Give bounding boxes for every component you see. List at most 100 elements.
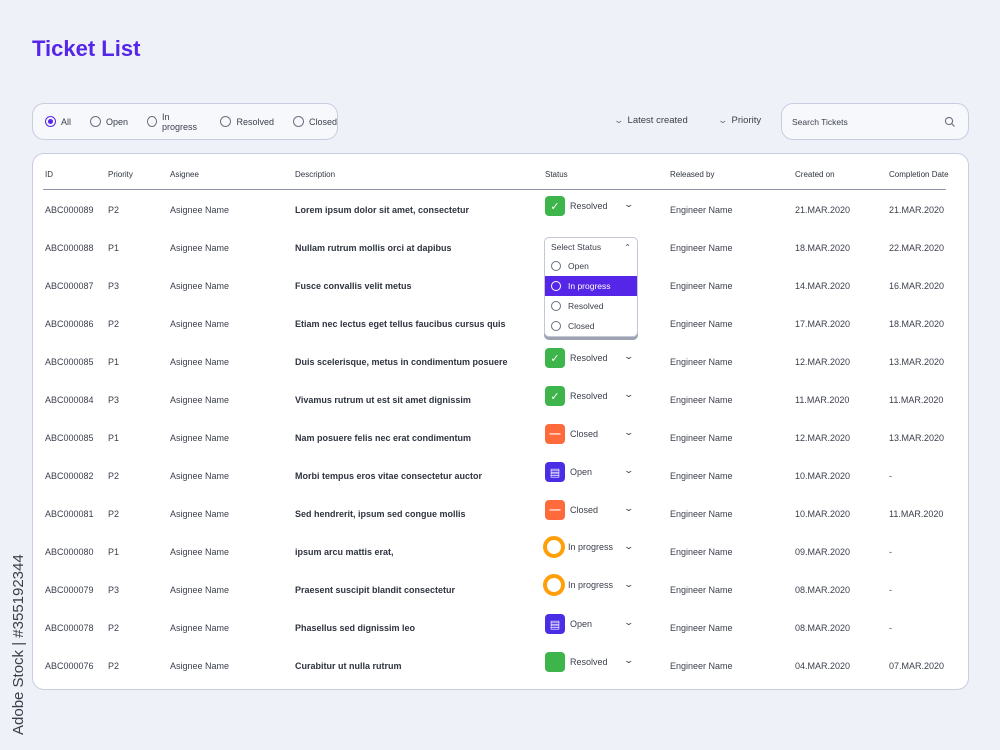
status-in-progress-icon xyxy=(543,536,565,558)
radio-resolved[interactable] xyxy=(220,116,232,127)
radio-closed[interactable] xyxy=(292,116,304,127)
cell-released-by: Engineer Name xyxy=(670,395,733,405)
radio-all[interactable] xyxy=(45,116,56,127)
chevron-down-icon[interactable]: ⌄ xyxy=(623,655,634,666)
chevron-down-icon[interactable]: ⌄ xyxy=(623,579,634,590)
cell-id: ABC000082 xyxy=(45,471,94,481)
status-resolved-icon: ✓ xyxy=(545,348,565,368)
table-row[interactable]: ABC000079 P3 Asignee Name Praesent suscipit… xyxy=(33,572,968,610)
cell-released-by: Engineer Name xyxy=(670,547,733,557)
status-select[interactable]: ▤ Open ⌄ xyxy=(545,462,634,482)
status-dropdown-header[interactable]: Select Status ⌃ xyxy=(545,238,637,256)
chevron-down-icon[interactable]: ⌄ xyxy=(623,199,634,210)
table-row[interactable]: ABC000085 P1 Asignee Name Nam posuere felis… xyxy=(33,420,968,458)
chevron-down-icon[interactable]: ⌄ xyxy=(623,465,634,476)
column-header-description[interactable]: Description xyxy=(295,170,335,179)
filter-option-open[interactable]: Open xyxy=(90,116,128,127)
chevron-down-icon[interactable]: ⌄ xyxy=(623,617,634,628)
chevron-down-icon[interactable]: ⌄ xyxy=(623,503,634,514)
status-select[interactable]: — Closed ⌄ xyxy=(545,424,634,444)
chevron-down-icon[interactable]: ⌄ xyxy=(623,389,634,400)
column-header-id[interactable]: ID xyxy=(45,170,53,179)
table-row[interactable]: ABC000088 P1 Asignee Name Nullam rutrum mol… xyxy=(33,230,968,268)
cell-completion-date: 18.MAR.2020 xyxy=(889,319,945,329)
cell-created-on: 14.MAR.2020 xyxy=(795,281,851,291)
status-option-label: Resolved xyxy=(568,301,604,311)
cell-id: ABC000087 xyxy=(45,281,94,291)
status-resolved-icon xyxy=(545,652,565,672)
status-label: In progress xyxy=(568,542,614,552)
radio-in-progress[interactable] xyxy=(551,281,561,291)
status-option-closed[interactable]: Closed xyxy=(545,316,637,336)
table-row[interactable]: ABC000084 P3 Asignee Name Vivamus rutrum ut… xyxy=(33,382,968,420)
cell-assignee: Asignee Name xyxy=(170,395,230,405)
status-label: Closed xyxy=(570,505,599,515)
cell-assignee: Asignee Name xyxy=(170,585,230,595)
status-select[interactable]: ✓ Resolved ⌄ xyxy=(545,196,634,216)
cell-created-on: 17.MAR.2020 xyxy=(795,319,851,329)
table-row[interactable]: ABC000086 P2 Asignee Name Etiam nec lectus … xyxy=(33,306,968,344)
table-row[interactable]: ABC000078 P2 Asignee Name Phasellus sed dig… xyxy=(33,610,968,648)
status-dropdown[interactable]: Select Status ⌃ Open In progress Resolved C… xyxy=(544,237,638,337)
cell-description: Nam posuere felis nec erat condimentum xyxy=(295,433,472,443)
table-row[interactable]: ABC000082 P2 Asignee Name Morbi tempus eros… xyxy=(33,458,968,496)
table-row[interactable]: ABC000089 P2 Asignee Name Lorem ipsum dolor… xyxy=(33,192,968,230)
cell-completion-date: 11.MAR.2020 xyxy=(889,509,944,519)
column-header-priority[interactable]: Priority xyxy=(108,170,133,179)
cell-created-on: 04.MAR.2020 xyxy=(795,661,851,671)
cell-description: Curabitur ut nulla rutrum xyxy=(295,661,402,671)
chevron-down-icon[interactable]: ⌄ xyxy=(623,541,634,552)
cell-id: ABC000085 xyxy=(45,357,94,367)
status-filter-group: All Open In progress Resolved Closed xyxy=(32,103,338,140)
cell-id: ABC000078 xyxy=(45,623,94,633)
status-select[interactable]: — Closed ⌄ xyxy=(545,500,634,520)
chevron-down-icon[interactable]: ⌄ xyxy=(623,351,634,362)
radio-in-progress[interactable] xyxy=(147,116,157,127)
status-label: Resolved xyxy=(570,353,608,363)
status-option-open[interactable]: Open xyxy=(545,256,637,276)
cell-completion-date: 07.MAR.2020 xyxy=(889,661,945,671)
radio-open[interactable] xyxy=(90,116,102,127)
table-row[interactable]: ABC000080 P1 Asignee Name ipsum arcu mattis… xyxy=(33,534,968,572)
cell-priority: P1 xyxy=(108,433,120,443)
filter-option-all[interactable]: All xyxy=(45,116,71,127)
column-header-completion-date[interactable]: Completion Date xyxy=(889,170,949,179)
status-select[interactable]: ▤ Open ⌄ xyxy=(545,614,634,634)
search-icon[interactable] xyxy=(944,116,956,128)
cell-priority: P2 xyxy=(108,471,120,481)
radio-resolved[interactable] xyxy=(551,301,561,311)
cell-assignee: Asignee Name xyxy=(170,471,230,481)
column-header-created-on[interactable]: Created on xyxy=(795,170,835,179)
cell-released-by: Engineer Name xyxy=(670,585,733,595)
table-row[interactable]: ABC000081 P2 Asignee Name Sed hendrerit, ip… xyxy=(33,496,968,534)
table-row[interactable]: ABC000085 P1 Asignee Name Duis scelerisque,… xyxy=(33,344,968,382)
cell-released-by: Engineer Name xyxy=(670,281,733,291)
status-select[interactable]: In progress ⌄ xyxy=(543,574,634,596)
filter-option-in-progress[interactable]: In progress xyxy=(147,112,201,132)
radio-open[interactable] xyxy=(551,261,561,271)
filter-option-closed[interactable]: Closed xyxy=(292,116,337,127)
table-row[interactable]: ABC000076 P2 Asignee Name Curabitur ut null… xyxy=(33,648,968,686)
status-select[interactable]: Resolved ⌄ xyxy=(545,652,634,672)
cell-description: Duis scelerisque, metus in condimentum p… xyxy=(295,357,508,367)
cell-id: ABC000085 xyxy=(45,433,94,443)
search-input[interactable] xyxy=(792,114,932,130)
status-option-resolved[interactable]: Resolved xyxy=(545,296,637,316)
cell-assignee: Asignee Name xyxy=(170,319,230,329)
cell-assignee: Asignee Name xyxy=(170,205,230,215)
column-header-status[interactable]: Status xyxy=(545,170,568,179)
column-header-released-by[interactable]: Released by xyxy=(670,170,714,179)
chevron-up-icon: ⌃ xyxy=(624,242,631,252)
status-select[interactable]: ✓ Resolved ⌄ xyxy=(545,348,634,368)
status-option-in-progress[interactable]: In progress xyxy=(545,276,637,296)
chevron-down-icon[interactable]: ⌄ xyxy=(623,427,634,438)
radio-closed[interactable] xyxy=(551,321,561,331)
table-row[interactable]: ABC000087 P3 Asignee Name Fusce convallis v… xyxy=(33,268,968,306)
sort-latest-created-button[interactable]: ⌄ Latest created xyxy=(613,115,687,126)
filter-option-resolved[interactable]: Resolved xyxy=(220,116,274,127)
status-select[interactable]: ✓ Resolved ⌄ xyxy=(545,386,634,406)
sort-priority-button[interactable]: ⌄ Priority xyxy=(717,115,761,126)
column-header-assignee[interactable]: Asignee xyxy=(170,170,199,179)
status-select[interactable]: In progress ⌄ xyxy=(543,536,634,558)
cell-released-by: Engineer Name xyxy=(670,319,733,329)
